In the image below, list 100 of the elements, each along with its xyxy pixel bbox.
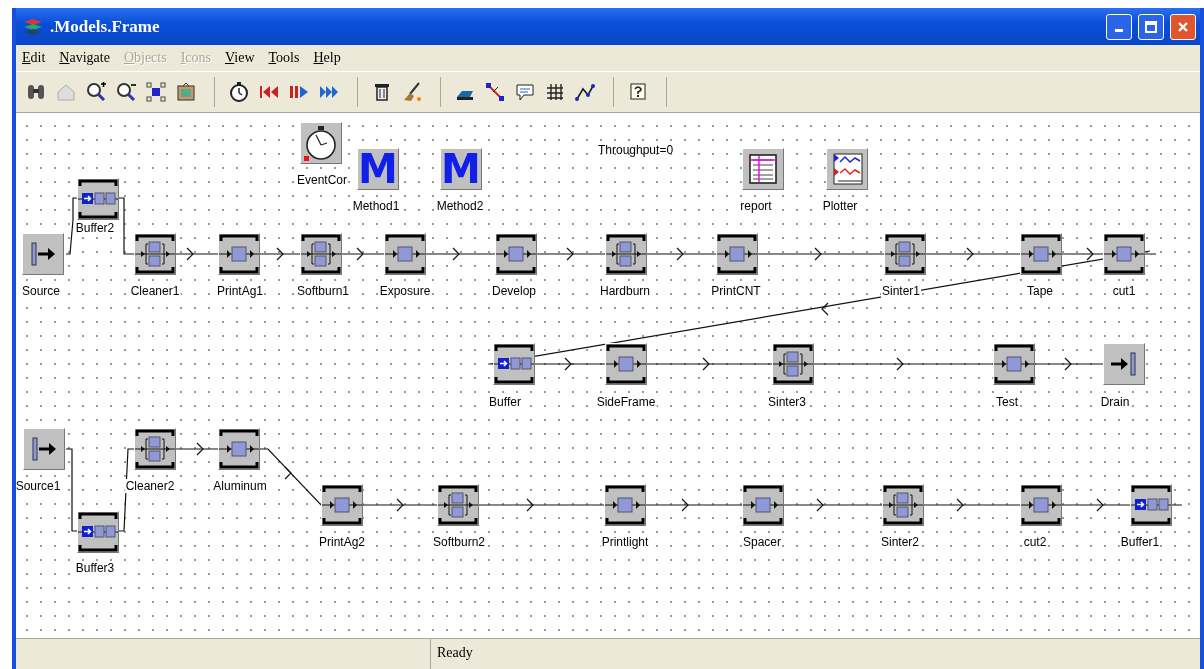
station-block [604, 484, 646, 526]
station-block [993, 343, 1035, 385]
close-icon [1176, 19, 1190, 34]
station-block [218, 233, 260, 275]
station-block [495, 233, 537, 275]
object-label: Hardburn [599, 284, 651, 298]
menu-item[interactable]: Navigate [59, 50, 110, 66]
chevron-icon [196, 442, 204, 456]
object-label: Aluminum [212, 479, 268, 493]
parallel-station-block [437, 484, 479, 526]
buffer-block [77, 511, 119, 553]
chevron-icon [1064, 357, 1072, 371]
object-label: cut2 [1022, 535, 1048, 549]
chevron-icon [821, 302, 829, 316]
chevron-icon [896, 357, 904, 371]
object-label: Sinter2 [880, 535, 920, 549]
entry-arrow-icon [31, 437, 57, 461]
parallel-station-block [884, 233, 926, 275]
parallel-station-block [300, 233, 342, 275]
maximize-icon [1144, 19, 1158, 34]
chevron-icon [1086, 247, 1094, 261]
object-label: Method2 [435, 199, 485, 213]
parallel-station-block [882, 484, 924, 526]
station-block [321, 484, 363, 526]
object-label: Buffer2 [74, 221, 116, 235]
object-label: Cleaner1 [129, 284, 181, 298]
menu-item[interactable]: Edit [22, 50, 46, 66]
station-block [1103, 233, 1145, 275]
object-label: Buffer3 [74, 561, 116, 575]
object-label: Softburn1 [296, 284, 350, 298]
object-label: PrintCNT [710, 284, 762, 298]
object-label: PrintAg1 [216, 284, 264, 298]
object-label: Tape [1026, 284, 1054, 298]
object-label: report [739, 199, 773, 213]
station-block [742, 484, 784, 526]
station-block [605, 343, 647, 385]
object-label: EventCor [296, 173, 348, 187]
chevron-icon [1096, 498, 1104, 512]
object-label: Softburn2 [432, 535, 486, 549]
chevron-icon [284, 466, 292, 480]
object-label: Cleaner2 [124, 479, 176, 493]
method-block: M [440, 148, 482, 190]
chevron-icon [564, 357, 572, 371]
chevron-icon [956, 498, 964, 512]
window-title: .Models.Frame [50, 16, 160, 37]
object-label: cut1 [1111, 284, 1137, 298]
object-label: Drain [1099, 395, 1131, 409]
menu-item[interactable]: Help [313, 50, 341, 66]
minimize-button[interactable] [1106, 13, 1132, 40]
buffer-block [493, 343, 535, 385]
entry-arrow-icon [30, 242, 56, 266]
object-label: Sinter1 [881, 284, 921, 298]
plotter-block [826, 148, 868, 190]
object-label: Printlight [600, 535, 650, 549]
parallel-station-block [605, 233, 647, 275]
station-block [384, 233, 426, 275]
station-block [218, 428, 260, 470]
object-label: Test [995, 395, 1019, 409]
exit-arrow-icon [1111, 352, 1137, 376]
chevron-icon [356, 247, 364, 261]
close-button[interactable] [1170, 13, 1196, 40]
object-label: PrintAg2 [318, 535, 366, 549]
maximize-button[interactable] [1138, 13, 1164, 40]
object-label: Develop [491, 284, 537, 298]
object-label: Source1 [16, 479, 62, 493]
minimize-icon [1115, 29, 1123, 32]
menu-item[interactable]: View [225, 50, 255, 66]
station-block [716, 233, 758, 275]
object-label: Method1 [351, 199, 401, 213]
stopwatch-block [300, 122, 342, 164]
object-label: Plotter [821, 199, 859, 213]
chevron-icon [452, 247, 460, 261]
object-label: Exposure [378, 284, 432, 298]
chevron-icon [966, 247, 974, 261]
table-block [742, 148, 784, 190]
object-label: SideFrame [595, 395, 657, 409]
station-block [1020, 233, 1062, 275]
menu-item[interactable]: Tools [268, 50, 300, 66]
chevron-icon [186, 247, 194, 261]
chevron-icon [816, 498, 824, 512]
parallel-station-block [134, 428, 176, 470]
object-label: Buffer [488, 395, 522, 409]
object-label: Buffer1 [1119, 535, 1161, 549]
object-label: Sinter3 [767, 395, 807, 409]
chevron-icon [566, 247, 574, 261]
chevron-icon [396, 498, 404, 512]
object-label: Spacer [742, 535, 782, 549]
buffer-block [77, 178, 119, 220]
method-block: M [357, 148, 399, 190]
station-block [1020, 484, 1062, 526]
chevron-icon [681, 498, 689, 512]
chevron-icon [276, 247, 284, 261]
buffer-block [1130, 484, 1172, 526]
chevron-icon [676, 247, 684, 261]
status-text: Ready [436, 644, 474, 662]
parallel-station-block [772, 343, 814, 385]
chevron-icon [526, 498, 534, 512]
throughput-text: Throughput=0 [598, 143, 674, 157]
chevron-icon [702, 357, 710, 371]
chevron-icon [814, 247, 822, 261]
